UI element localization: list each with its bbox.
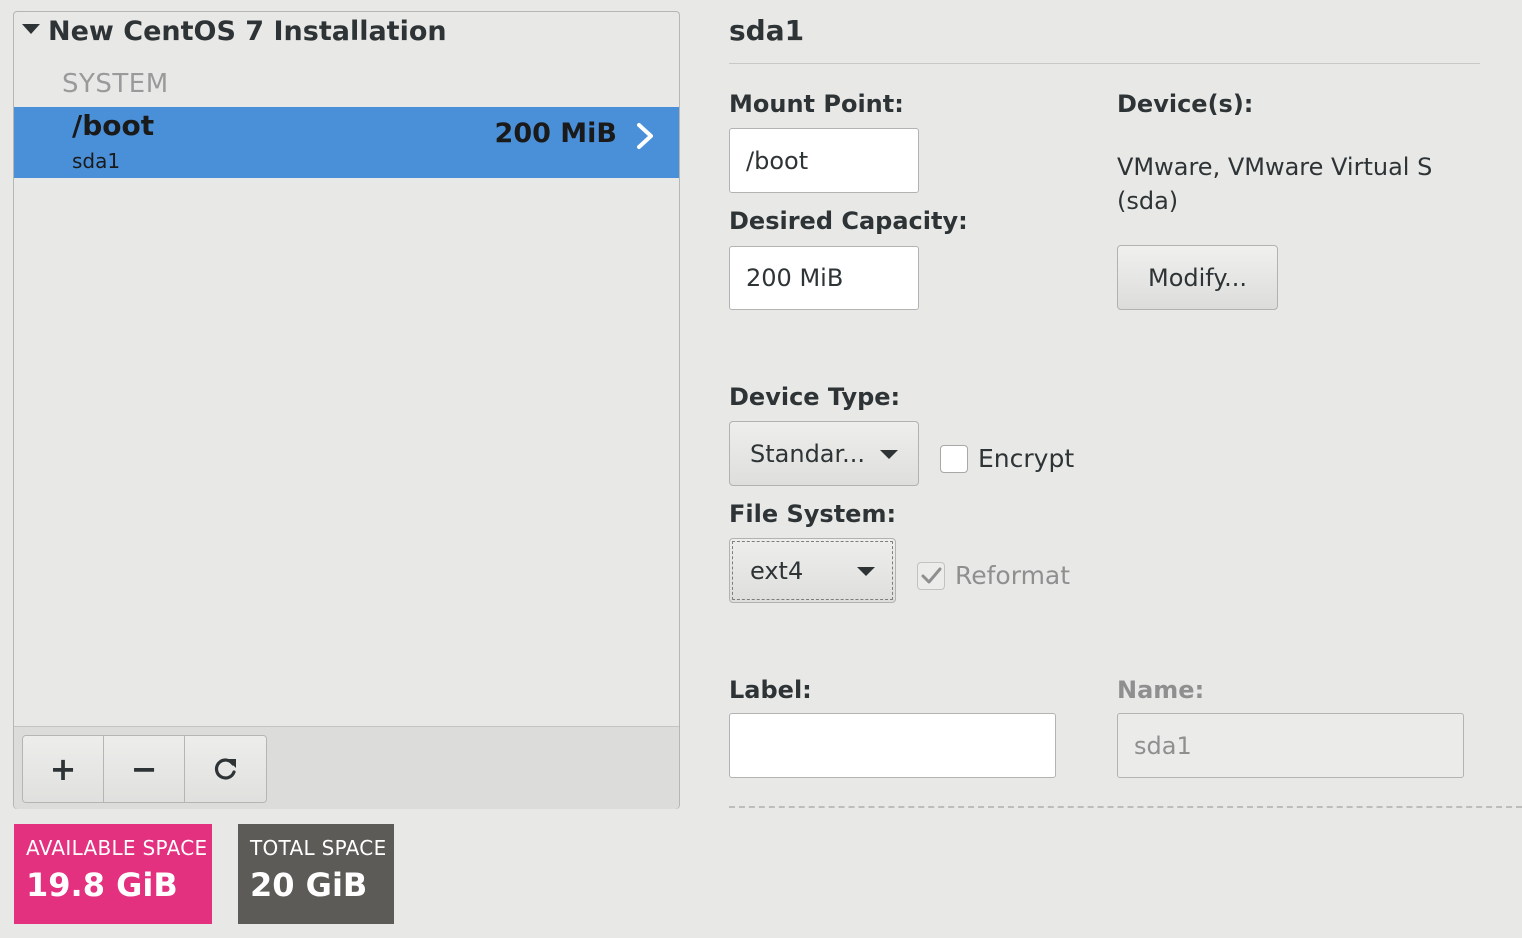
- devices-line-2: (sda): [1117, 187, 1179, 215]
- name-field-label: Name:: [1117, 676, 1205, 704]
- devices-description: VMware, VMware Virtual S (sda): [1117, 150, 1432, 218]
- label-input[interactable]: [729, 713, 1056, 778]
- desired-capacity-label: Desired Capacity:: [729, 207, 968, 235]
- remove-partition-button[interactable]: −: [104, 736, 185, 802]
- desired-capacity-input[interactable]: 200 MiB: [729, 246, 919, 310]
- partition-button-group: + −: [22, 735, 267, 803]
- device-type-value: Standar...: [750, 439, 866, 468]
- add-partition-button[interactable]: +: [23, 736, 104, 802]
- dropdown-arrow-icon: [857, 566, 875, 576]
- dashed-divider: [729, 806, 1522, 808]
- devices-line-1: VMware, VMware Virtual S: [1117, 153, 1433, 181]
- label-field-label: Label:: [729, 676, 812, 704]
- plus-icon: +: [49, 750, 77, 788]
- partition-row-selected[interactable]: /boot sda1 200 MiB: [14, 107, 679, 178]
- mount-point-label: Mount Point:: [729, 90, 904, 118]
- details-separator: [729, 63, 1480, 64]
- file-system-value: ext4: [750, 556, 804, 585]
- encrypt-checkbox[interactable]: [940, 445, 968, 473]
- file-system-dropdown[interactable]: ext4: [729, 538, 896, 603]
- details-title: sda1: [729, 14, 805, 47]
- mount-point-input[interactable]: /boot: [729, 128, 919, 193]
- section-label-system: SYSTEM: [62, 69, 169, 99]
- partition-mount: /boot: [72, 109, 155, 142]
- partition-size: 200 MiB: [494, 118, 617, 149]
- partition-list-panel: New CentOS 7 Installation SYSTEM /boot s…: [13, 11, 680, 809]
- available-space-badge: AVAILABLE SPACE 19.8 GiB: [14, 824, 212, 924]
- available-space-value: 19.8 GiB: [26, 866, 178, 904]
- reformat-checkbox[interactable]: [917, 562, 945, 590]
- available-space-label: AVAILABLE SPACE: [26, 836, 208, 860]
- expander-triangle-icon[interactable]: [22, 23, 40, 34]
- name-input: sda1: [1117, 713, 1464, 778]
- device-type-label: Device Type:: [729, 383, 901, 411]
- refresh-button[interactable]: [185, 736, 266, 802]
- refresh-icon: [214, 758, 236, 780]
- total-space-badge: TOTAL SPACE 20 GiB: [238, 824, 394, 924]
- minus-icon: −: [130, 750, 158, 788]
- partition-device: sda1: [72, 149, 121, 173]
- chevron-right-icon: [637, 123, 653, 149]
- devices-label: Device(s):: [1117, 90, 1254, 118]
- total-space-label: TOTAL SPACE: [250, 836, 387, 860]
- encrypt-label[interactable]: Encrypt: [978, 444, 1074, 473]
- file-system-label: File System:: [729, 500, 897, 528]
- total-space-value: 20 GiB: [250, 866, 368, 904]
- installation-title: New CentOS 7 Installation: [48, 16, 447, 47]
- partition-toolbar: + −: [14, 726, 679, 809]
- dropdown-arrow-icon: [880, 449, 898, 459]
- reformat-label: Reformat: [955, 561, 1071, 590]
- modify-button[interactable]: Modify...: [1117, 245, 1278, 310]
- installation-header[interactable]: New CentOS 7 Installation: [22, 16, 447, 47]
- device-type-dropdown[interactable]: Standar...: [729, 421, 919, 486]
- checkmark-icon: [921, 567, 942, 584]
